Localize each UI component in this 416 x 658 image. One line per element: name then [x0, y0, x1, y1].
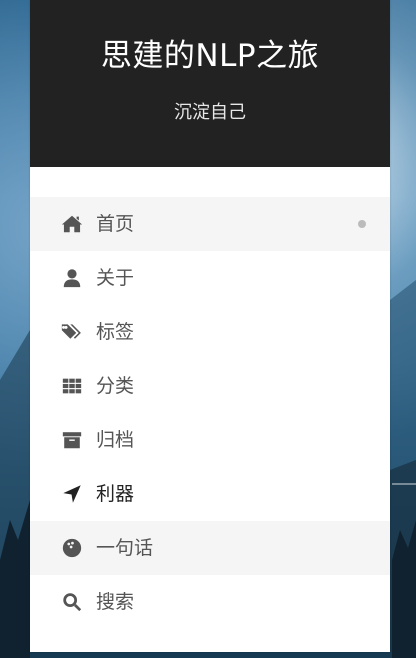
- home-icon: [60, 212, 84, 236]
- sidebar: 思建的NLP之旅 沉淀自己 首页 关于 标签 分类 归档 利器 一句话 搜索: [30, 0, 390, 652]
- main-menu: 首页 关于 标签 分类 归档 利器 一句话 搜索: [30, 167, 390, 629]
- archive-icon: [60, 428, 84, 452]
- menu-item-archives[interactable]: 归档: [30, 413, 390, 467]
- menu-item-label: 利器: [96, 483, 135, 505]
- th-grid-icon: [60, 374, 84, 398]
- menu-item-tags[interactable]: 标签: [30, 305, 390, 359]
- menu-item-about[interactable]: 关于: [30, 251, 390, 305]
- menu-item-label: 首页: [96, 213, 135, 235]
- search-icon: [60, 590, 84, 614]
- user-icon: [60, 266, 84, 290]
- menu-item-tools[interactable]: 利器: [30, 467, 390, 521]
- menu-item-label: 标签: [96, 321, 135, 343]
- menu-item-sentence[interactable]: 一句话: [30, 521, 390, 575]
- site-title[interactable]: 思建的NLP之旅: [30, 0, 390, 76]
- menu-item-home[interactable]: 首页: [30, 197, 390, 251]
- menu-item-label: 归档: [96, 429, 135, 451]
- menu-item-label: 一句话: [96, 537, 154, 559]
- menu-item-label: 关于: [96, 267, 135, 289]
- active-indicator-dot: [358, 220, 366, 228]
- menu-item-label: 分类: [96, 375, 135, 397]
- menu-item-categories[interactable]: 分类: [30, 359, 390, 413]
- bowling-ball-icon: [60, 536, 84, 560]
- tags-icon: [60, 320, 84, 344]
- menu-item-search[interactable]: 搜索: [30, 575, 390, 629]
- location-arrow-icon: [60, 482, 84, 506]
- site-header: 思建的NLP之旅 沉淀自己: [30, 0, 390, 167]
- menu-item-label: 搜索: [96, 591, 135, 613]
- site-subtitle: 沉淀自己: [174, 102, 246, 123]
